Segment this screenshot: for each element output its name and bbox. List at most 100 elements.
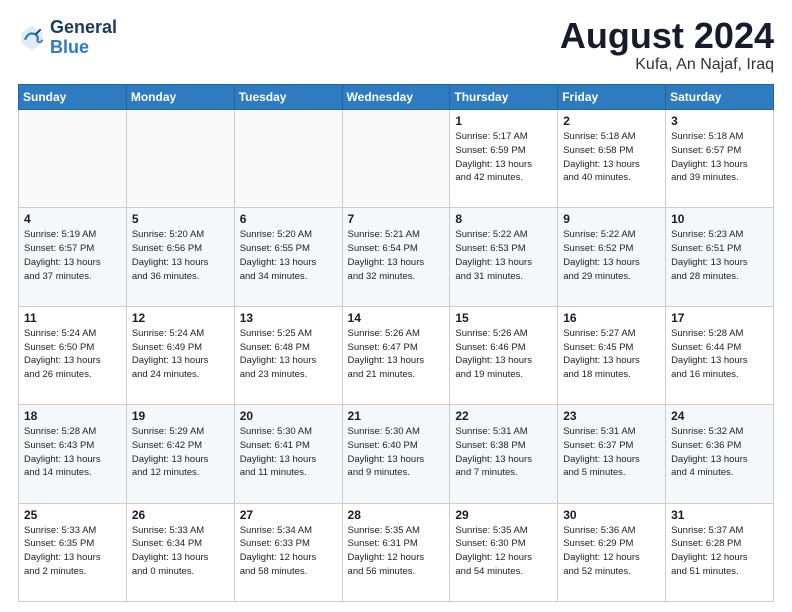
week-row-2: 4Sunrise: 5:19 AM Sunset: 6:57 PM Daylig…: [19, 208, 774, 306]
day-info: Sunrise: 5:18 AM Sunset: 6:58 PM Dayligh…: [563, 130, 660, 185]
day-cell: [342, 110, 450, 208]
day-number: 29: [455, 508, 552, 522]
day-cell: [19, 110, 127, 208]
day-number: 10: [671, 212, 768, 226]
day-number: 11: [24, 311, 121, 325]
day-info: Sunrise: 5:24 AM Sunset: 6:49 PM Dayligh…: [132, 327, 229, 382]
day-cell: 12 Sunrise: 5:24 AM Sunset: 6:49 PM Dayli…: [126, 306, 234, 404]
day-cell: 4Sunrise: 5:19 AM Sunset: 6:57 PM Daylig…: [19, 208, 127, 306]
day-info: Sunrise: 5:21 AM Sunset: 6:54 PM Dayligh…: [348, 228, 445, 283]
day-cell: 22Sunrise: 5:31 AM Sunset: 6:38 PM Dayli…: [450, 405, 558, 503]
day-number: 23: [563, 409, 660, 423]
week-row-3: 11 Sunrise: 5:24 AM Sunset: 6:50 PM Dayli…: [19, 306, 774, 404]
logo-icon: [18, 24, 46, 52]
page: General Blue August 2024 Kufa, An Najaf,…: [0, 0, 792, 612]
day-info: Sunrise: 5:26 AM Sunset: 6:46 PM Dayligh…: [455, 327, 552, 382]
day-info: Sunrise: 5:26 AM Sunset: 6:47 PM Dayligh…: [348, 327, 445, 382]
day-number: 6: [240, 212, 337, 226]
weekday-header-friday: Friday: [558, 85, 666, 110]
day-cell: 29 Sunrise: 5:35 AM Sunset: 6:30 PM Dayli…: [450, 503, 558, 601]
day-cell: 6 Sunrise: 5:20 AM Sunset: 6:55 PM Daylig…: [234, 208, 342, 306]
day-number: 18: [24, 409, 121, 423]
day-cell: 25Sunrise: 5:33 AM Sunset: 6:35 PM Dayli…: [19, 503, 127, 601]
title-block: August 2024 Kufa, An Najaf, Iraq: [560, 18, 774, 74]
day-number: 2: [563, 114, 660, 128]
week-row-5: 25Sunrise: 5:33 AM Sunset: 6:35 PM Dayli…: [19, 503, 774, 601]
weekday-header-monday: Monday: [126, 85, 234, 110]
day-info: Sunrise: 5:28 AM Sunset: 6:44 PM Dayligh…: [671, 327, 768, 382]
day-cell: 20 Sunrise: 5:30 AM Sunset: 6:41 PM Dayli…: [234, 405, 342, 503]
day-cell: 24 Sunrise: 5:32 AM Sunset: 6:36 PM Dayli…: [666, 405, 774, 503]
day-cell: 10 Sunrise: 5:23 AM Sunset: 6:51 PM Dayli…: [666, 208, 774, 306]
day-cell: 15Sunrise: 5:26 AM Sunset: 6:46 PM Dayli…: [450, 306, 558, 404]
day-info: Sunrise: 5:30 AM Sunset: 6:41 PM Dayligh…: [240, 425, 337, 480]
day-info: Sunrise: 5:24 AM Sunset: 6:50 PM Dayligh…: [24, 327, 121, 382]
day-info: Sunrise: 5:23 AM Sunset: 6:51 PM Dayligh…: [671, 228, 768, 283]
day-cell: 21Sunrise: 5:30 AM Sunset: 6:40 PM Dayli…: [342, 405, 450, 503]
header: General Blue August 2024 Kufa, An Najaf,…: [18, 18, 774, 74]
day-number: 16: [563, 311, 660, 325]
day-number: 9: [563, 212, 660, 226]
day-number: 17: [671, 311, 768, 325]
day-info: Sunrise: 5:37 AM Sunset: 6:28 PM Dayligh…: [671, 524, 768, 579]
day-cell: 11 Sunrise: 5:24 AM Sunset: 6:50 PM Dayli…: [19, 306, 127, 404]
day-info: Sunrise: 5:35 AM Sunset: 6:30 PM Dayligh…: [455, 524, 552, 579]
day-number: 1: [455, 114, 552, 128]
day-info: Sunrise: 5:35 AM Sunset: 6:31 PM Dayligh…: [348, 524, 445, 579]
day-number: 30: [563, 508, 660, 522]
day-cell: 23Sunrise: 5:31 AM Sunset: 6:37 PM Dayli…: [558, 405, 666, 503]
month-title: August 2024: [560, 18, 774, 54]
day-number: 31: [671, 508, 768, 522]
day-info: Sunrise: 5:30 AM Sunset: 6:40 PM Dayligh…: [348, 425, 445, 480]
day-cell: [234, 110, 342, 208]
day-cell: 30 Sunrise: 5:36 AM Sunset: 6:29 PM Dayli…: [558, 503, 666, 601]
day-cell: [126, 110, 234, 208]
day-info: Sunrise: 5:20 AM Sunset: 6:55 PM Dayligh…: [240, 228, 337, 283]
day-info: Sunrise: 5:25 AM Sunset: 6:48 PM Dayligh…: [240, 327, 337, 382]
weekday-header-row: SundayMondayTuesdayWednesdayThursdayFrid…: [19, 85, 774, 110]
day-number: 7: [348, 212, 445, 226]
day-cell: 18 Sunrise: 5:28 AM Sunset: 6:43 PM Dayli…: [19, 405, 127, 503]
weekday-header-tuesday: Tuesday: [234, 85, 342, 110]
day-info: Sunrise: 5:32 AM Sunset: 6:36 PM Dayligh…: [671, 425, 768, 480]
day-number: 4: [24, 212, 121, 226]
day-number: 25: [24, 508, 121, 522]
day-number: 3: [671, 114, 768, 128]
day-info: Sunrise: 5:20 AM Sunset: 6:56 PM Dayligh…: [132, 228, 229, 283]
day-cell: 2 Sunrise: 5:18 AM Sunset: 6:58 PM Daylig…: [558, 110, 666, 208]
day-number: 28: [348, 508, 445, 522]
day-info: Sunrise: 5:17 AM Sunset: 6:59 PM Dayligh…: [455, 130, 552, 185]
day-info: Sunrise: 5:28 AM Sunset: 6:43 PM Dayligh…: [24, 425, 121, 480]
day-number: 14: [348, 311, 445, 325]
day-info: Sunrise: 5:36 AM Sunset: 6:29 PM Dayligh…: [563, 524, 660, 579]
day-info: Sunrise: 5:27 AM Sunset: 6:45 PM Dayligh…: [563, 327, 660, 382]
day-info: Sunrise: 5:22 AM Sunset: 6:53 PM Dayligh…: [455, 228, 552, 283]
day-cell: 3Sunrise: 5:18 AM Sunset: 6:57 PM Daylig…: [666, 110, 774, 208]
day-number: 13: [240, 311, 337, 325]
day-cell: 14 Sunrise: 5:26 AM Sunset: 6:47 PM Dayli…: [342, 306, 450, 404]
day-cell: 1 Sunrise: 5:17 AM Sunset: 6:59 PM Daylig…: [450, 110, 558, 208]
day-number: 24: [671, 409, 768, 423]
weekday-header-thursday: Thursday: [450, 85, 558, 110]
day-number: 26: [132, 508, 229, 522]
day-number: 20: [240, 409, 337, 423]
day-number: 19: [132, 409, 229, 423]
location: Kufa, An Najaf, Iraq: [560, 56, 774, 74]
week-row-4: 18 Sunrise: 5:28 AM Sunset: 6:43 PM Dayli…: [19, 405, 774, 503]
day-cell: 9 Sunrise: 5:22 AM Sunset: 6:52 PM Daylig…: [558, 208, 666, 306]
day-cell: 31 Sunrise: 5:37 AM Sunset: 6:28 PM Dayli…: [666, 503, 774, 601]
day-cell: 13 Sunrise: 5:25 AM Sunset: 6:48 PM Dayli…: [234, 306, 342, 404]
day-number: 5: [132, 212, 229, 226]
day-number: 27: [240, 508, 337, 522]
day-cell: 17 Sunrise: 5:28 AM Sunset: 6:44 PM Dayli…: [666, 306, 774, 404]
weekday-header-wednesday: Wednesday: [342, 85, 450, 110]
day-number: 8: [455, 212, 552, 226]
day-info: Sunrise: 5:22 AM Sunset: 6:52 PM Dayligh…: [563, 228, 660, 283]
day-info: Sunrise: 5:34 AM Sunset: 6:33 PM Dayligh…: [240, 524, 337, 579]
day-number: 12: [132, 311, 229, 325]
day-cell: 8 Sunrise: 5:22 AM Sunset: 6:53 PM Daylig…: [450, 208, 558, 306]
logo: General Blue: [18, 18, 117, 58]
day-cell: 26Sunrise: 5:33 AM Sunset: 6:34 PM Dayli…: [126, 503, 234, 601]
day-cell: 5 Sunrise: 5:20 AM Sunset: 6:56 PM Daylig…: [126, 208, 234, 306]
day-cell: 28 Sunrise: 5:35 AM Sunset: 6:31 PM Dayli…: [342, 503, 450, 601]
